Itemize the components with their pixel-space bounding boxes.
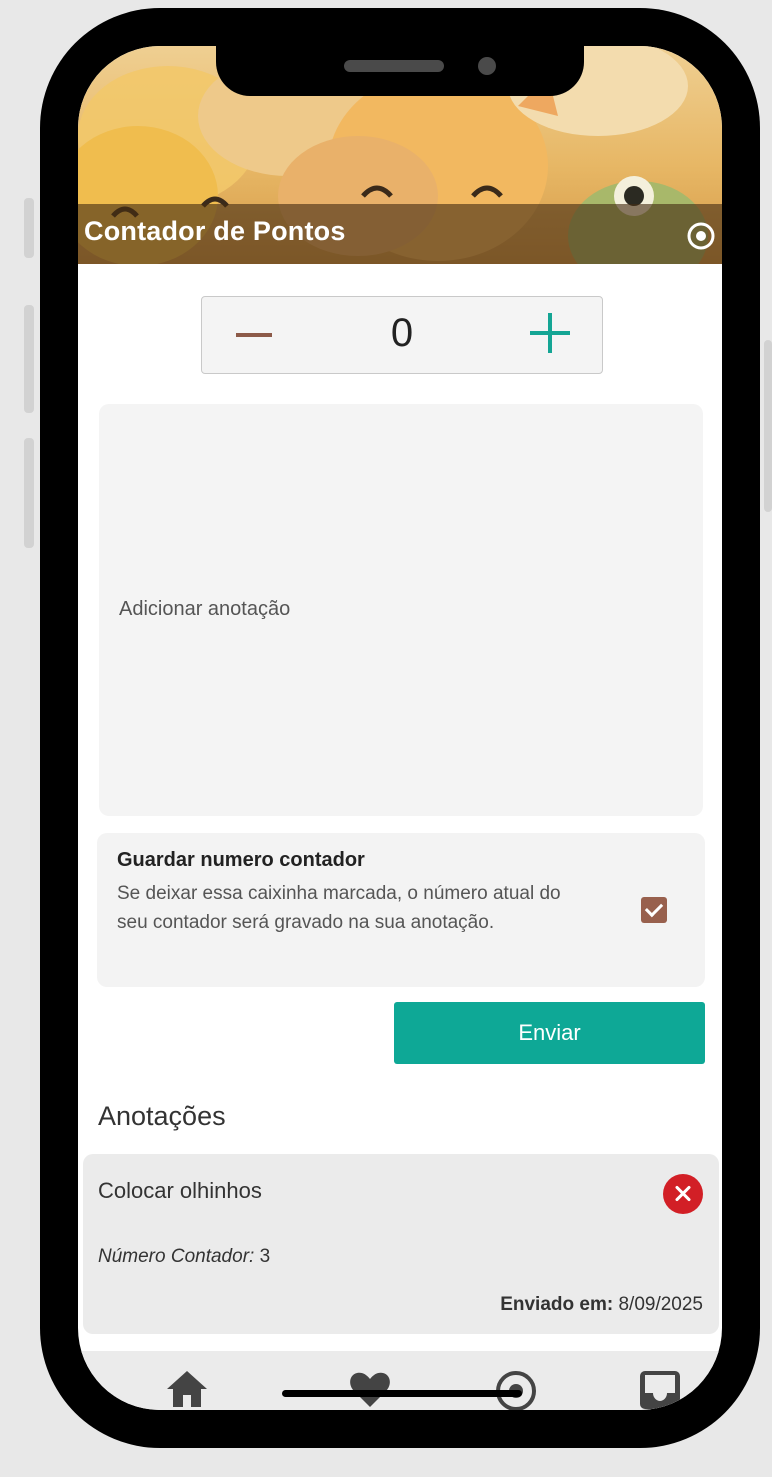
- note-sent-line: Enviado em: 8/09/2025: [500, 1294, 703, 1316]
- note-sent-date: 8/09/2025: [618, 1294, 703, 1315]
- notes-section-title: Anotações: [98, 1101, 226, 1131]
- note-counter-line: Número Contador: 3: [98, 1246, 270, 1268]
- counter-stepper: 0: [201, 296, 603, 374]
- note-card: Colocar olhinhos Número Contador: 3 Envi…: [83, 1154, 719, 1334]
- note-counter-value: 3: [259, 1246, 271, 1267]
- note-textarea[interactable]: Adicionar anotação: [99, 404, 703, 816]
- minus-icon[interactable]: [232, 315, 276, 355]
- send-button[interactable]: Enviar: [394, 1002, 705, 1064]
- power-button: [764, 340, 772, 512]
- front-camera: [478, 57, 496, 75]
- note-placeholder: Adicionar anotação: [119, 598, 291, 620]
- bottom-nav: [78, 1351, 722, 1410]
- home-indicator: [282, 1390, 522, 1397]
- volume-up-button: [24, 198, 34, 258]
- volume-down-button: [24, 305, 34, 413]
- plus-icon[interactable]: [530, 313, 570, 353]
- home-icon[interactable]: [163, 1365, 211, 1410]
- record-circle-icon[interactable]: [492, 1365, 540, 1410]
- phone-notch: [216, 46, 584, 96]
- phone-frame: Contador de Pontos 0 Adicionar anotação …: [40, 8, 760, 1448]
- save-counter-checkbox[interactable]: [641, 897, 667, 923]
- save-counter-description: Se deixar essa caixinha marcada, o númer…: [117, 883, 561, 933]
- mute-button: [24, 438, 34, 548]
- record-circle-icon[interactable]: [686, 221, 716, 251]
- counter-value: 0: [390, 311, 414, 355]
- inbox-icon[interactable]: [636, 1365, 684, 1410]
- save-counter-title: Guardar numero contador: [117, 849, 365, 871]
- heart-icon[interactable]: [346, 1365, 394, 1410]
- speaker-grill: [344, 60, 444, 72]
- app-screen: Contador de Pontos 0 Adicionar anotação …: [78, 46, 722, 1410]
- page-title: Contador de Pontos: [84, 216, 346, 246]
- save-counter-option: Guardar numero contador Se deixar essa c…: [97, 833, 705, 987]
- close-circle-icon[interactable]: [663, 1174, 703, 1214]
- note-counter-label: Número Contador:: [98, 1246, 255, 1267]
- note-text: Colocar olhinhos: [98, 1178, 262, 1203]
- note-sent-label: Enviado em:: [500, 1294, 614, 1315]
